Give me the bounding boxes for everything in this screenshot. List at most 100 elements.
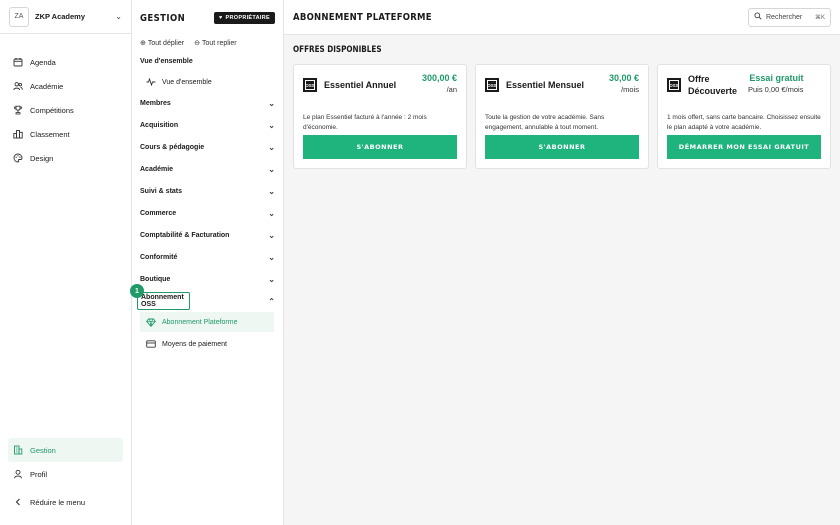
- gestion-title: GESTION: [140, 12, 186, 24]
- collapse-menu-button[interactable]: Réduire le menu: [0, 490, 131, 514]
- group-label: Conformité: [140, 253, 178, 261]
- group-label: Abonnement OSS: [141, 294, 184, 308]
- nav-label: Académie: [30, 81, 64, 91]
- plan-price: Essai gratuit: [749, 73, 804, 83]
- credit-card-icon: [146, 340, 156, 348]
- group-academie[interactable]: Académie ⌄: [132, 158, 283, 180]
- subscribe-button[interactable]: S'ABONNER: [303, 135, 457, 159]
- nav-design[interactable]: Design: [0, 146, 131, 170]
- palette-icon: [13, 153, 23, 163]
- plan-card: OSS Essentiel Annuel 300,00 € /an Le pla…: [293, 64, 467, 169]
- plan-price-block: 30,00 € /mois: [609, 73, 639, 94]
- nav-competitions[interactable]: Compétitions: [0, 98, 131, 122]
- plan-period: /mois: [621, 85, 639, 94]
- sub-item-moyens-paiement[interactable]: Moyens de paiement: [132, 334, 283, 354]
- highlight-box: Abonnement OSS: [137, 292, 191, 310]
- plan-price-block: Essai gratuit Puis 0,00 €/mois: [748, 73, 803, 94]
- group-label: Académie: [140, 165, 174, 173]
- group-label: Suivi & stats: [140, 187, 183, 195]
- chevron-left-icon: [13, 497, 23, 507]
- oss-logo: OSS: [667, 78, 681, 92]
- collapse-all-label: Tout replier: [201, 40, 237, 47]
- gestion-sidebar: GESTION ♥ PROPRIÉTAIRE ⊕ Tout déplier ⊖ Tou…: [132, 0, 284, 525]
- gestion-header: GESTION ♥ PROPRIÉTAIRE: [132, 0, 283, 36]
- trophy-icon: [13, 105, 23, 115]
- collapse-all-button[interactable]: ⊖ Tout replier: [194, 39, 237, 50]
- bottom-nav: Gestion Profil Réduire le menu: [0, 438, 131, 514]
- owner-badge: ♥ PROPRIÉTAIRE: [213, 12, 275, 24]
- calendar-icon: [13, 57, 23, 67]
- search-icon: [754, 12, 762, 22]
- academy-switcher[interactable]: ZA ZKP Academy ⌄: [0, 0, 131, 34]
- plan-price: 300,00 €: [421, 73, 457, 83]
- expand-controls: ⊕ Tout déplier ⊖ Tout replier: [132, 36, 283, 50]
- expand-icon: ⊕: [140, 40, 146, 47]
- plan-price: 30,00 €: [608, 73, 639, 83]
- user-icon: [13, 469, 23, 479]
- sub-item-label: Moyens de paiement: [162, 340, 227, 348]
- academy-avatar: ZA: [9, 6, 29, 27]
- group-suivi[interactable]: Suivi & stats ⌄: [132, 180, 283, 202]
- plan-cards: OSS Essentiel Annuel 300,00 € /an Le pla…: [284, 55, 840, 169]
- group-boutique[interactable]: Boutique ⌄: [132, 268, 283, 290]
- gem-icon: [146, 318, 156, 327]
- group-acquisition[interactable]: Acquisition ⌄: [132, 114, 283, 136]
- group-label: Vue d'ensemble: [140, 57, 193, 65]
- page-title: ABONNEMENT PLATEFORME: [293, 11, 432, 23]
- step-badge: 1: [130, 284, 144, 298]
- nav-agenda[interactable]: Agenda: [0, 50, 131, 74]
- chevron-up-icon: ⌃: [268, 296, 275, 306]
- chevron-down-icon: ⌄: [115, 12, 122, 21]
- expand-all-button[interactable]: ⊕ Tout déplier: [140, 39, 184, 50]
- group-vue-ensemble[interactable]: Vue d'ensemble: [132, 50, 283, 72]
- plan-price-block: 300,00 € /an: [422, 73, 457, 94]
- chevron-down-icon: ⌄: [268, 98, 275, 108]
- group-conformite[interactable]: Conformité ⌄: [132, 246, 283, 268]
- nav-label: Compétitions: [30, 105, 74, 115]
- nav-label: Réduire le menu: [30, 497, 86, 507]
- group-membres[interactable]: Membres ⌄: [132, 92, 283, 114]
- subscribe-button[interactable]: S'ABONNER: [485, 135, 639, 159]
- expand-all-label: Tout déplier: [147, 40, 185, 47]
- section-title: OFFRES DISPONIBLES: [293, 45, 382, 55]
- nav-academie[interactable]: Académie: [0, 74, 131, 98]
- main-content: ABONNEMENT PLATEFORME Rechercher ⌘K OFFR…: [284, 0, 840, 525]
- academy-name: ZKP Academy: [35, 12, 86, 21]
- nav-label: Profil: [30, 469, 48, 479]
- group-label: Commerce: [140, 209, 177, 217]
- chevron-down-icon: ⌄: [268, 252, 275, 262]
- sub-item-label: Vue d'ensemble: [162, 78, 212, 86]
- activity-icon: [146, 78, 156, 86]
- start-trial-button[interactable]: DÉMARRER MON ESSAI GRATUIT: [667, 135, 821, 159]
- users-icon: [13, 81, 23, 91]
- plan-period: Puis 0,00 €/mois: [748, 85, 804, 94]
- collapse-icon: ⊖: [194, 40, 200, 47]
- sub-item-abonnement-plateforme[interactable]: Abonnement Plateforme: [140, 312, 274, 332]
- search-shortcut: ⌘K: [814, 14, 825, 21]
- group-comptabilite[interactable]: Comptabilité & Facturation ⌄: [132, 224, 283, 246]
- sub-item-label: Abonnement Plateforme: [162, 318, 238, 326]
- chevron-down-icon: ⌄: [268, 274, 275, 284]
- search-button[interactable]: Rechercher ⌘K: [748, 7, 831, 27]
- nav-gestion[interactable]: Gestion: [8, 438, 123, 462]
- group-label: Boutique: [140, 275, 171, 283]
- sub-item-vue-ensemble[interactable]: Vue d'ensemble: [132, 72, 283, 92]
- chevron-down-icon: ⌄: [268, 186, 275, 196]
- owner-badge-label: PROPRIÉTAIRE: [225, 15, 270, 21]
- group-cours[interactable]: Cours & pédagogie ⌄: [132, 136, 283, 158]
- oss-logo: OSS: [485, 78, 499, 92]
- chevron-down-icon: ⌄: [268, 164, 275, 174]
- group-abonnement-oss[interactable]: Abonnement OSS ⌃: [132, 290, 283, 312]
- search-label: Rechercher: [766, 13, 803, 21]
- plan-name: Offre Découverte: [688, 74, 738, 96]
- nav-profil[interactable]: Profil: [0, 462, 131, 486]
- chevron-down-icon: ⌄: [268, 230, 275, 240]
- group-label: Cours & pédagogie: [140, 143, 205, 151]
- nav-classement[interactable]: Classement: [0, 122, 131, 146]
- chevron-down-icon: ⌄: [268, 142, 275, 152]
- group-commerce[interactable]: Commerce ⌄: [132, 202, 283, 224]
- plan-card: OSS Essentiel Mensuel 30,00 € /mois Tout…: [475, 64, 649, 169]
- nav-label: Classement: [30, 129, 70, 139]
- plan-name: Essentiel Annuel: [324, 80, 397, 90]
- plan-name: Essentiel Mensuel: [506, 80, 585, 90]
